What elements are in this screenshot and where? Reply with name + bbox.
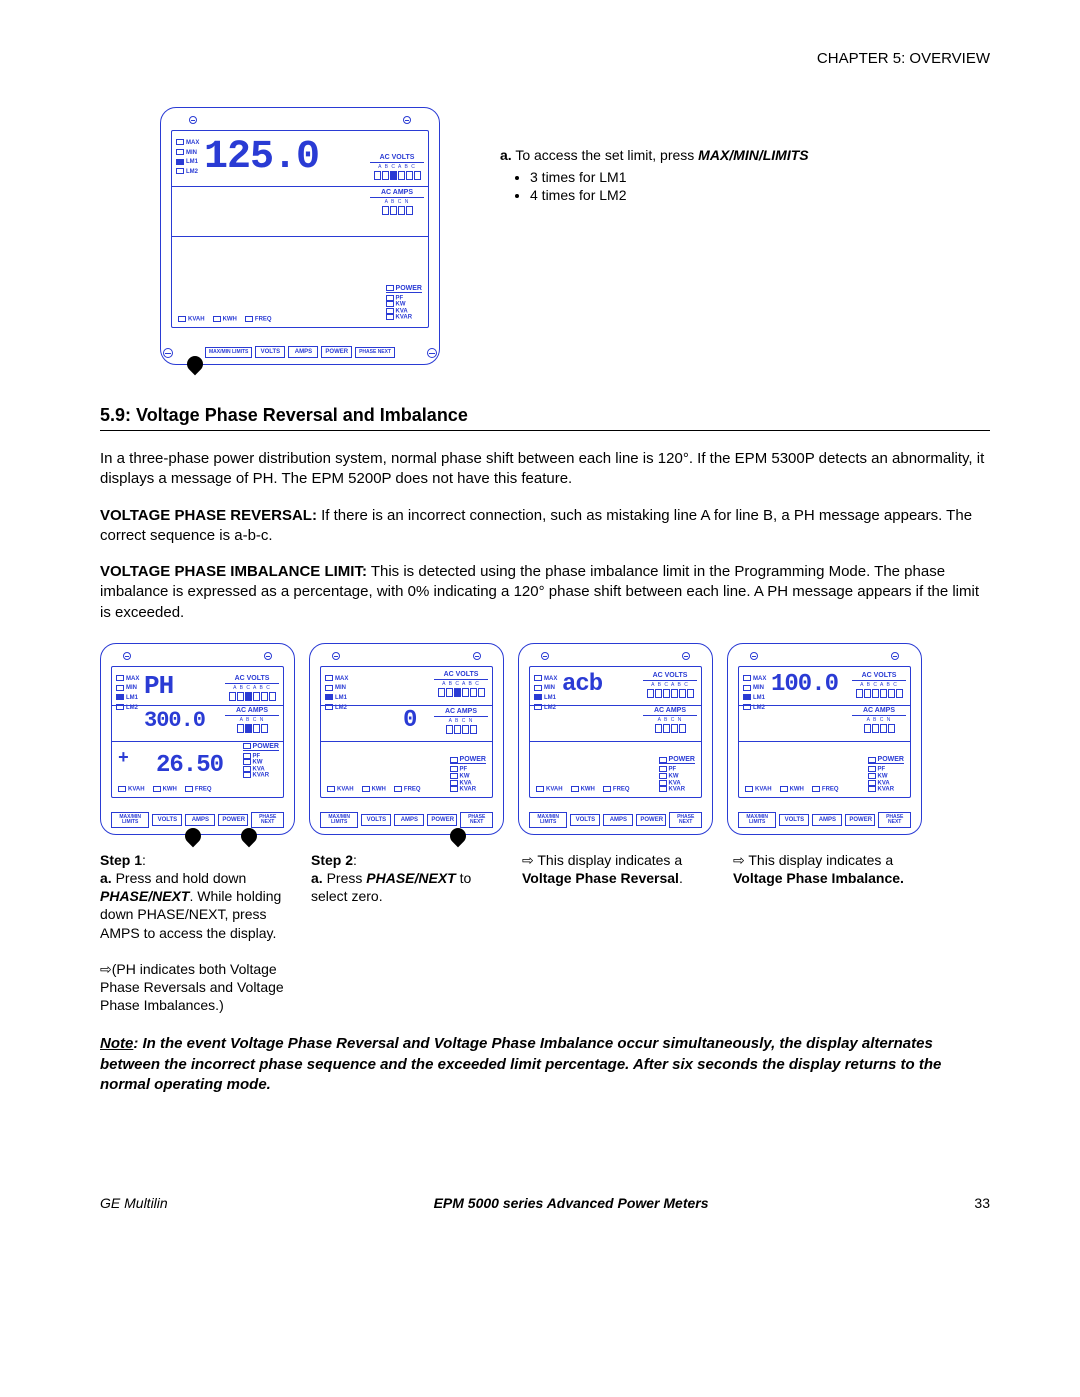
btn-amps[interactable]: AMPS: [288, 346, 318, 358]
finger-icon: [447, 824, 470, 847]
step1-text: Step 1: a. Press and hold down PHASE/NEX…: [100, 851, 297, 1015]
step2-text: Step 2: a. Press PHASE/NEXT to select ze…: [311, 851, 508, 1015]
step3-text: ⇨ This display indicates a Voltage Phase…: [522, 851, 719, 1015]
intro-para: In a three-phase power distribution syst…: [100, 449, 990, 490]
reversal-para: VOLTAGE PHASE REVERSAL: If there is an i…: [100, 506, 990, 547]
footer-page-number: 33: [974, 1195, 990, 1211]
btn-maxmin[interactable]: MAX/MIN LIMITS: [205, 347, 252, 358]
meter-step1: MAX MIN LM1 LM2 PH AC VOLTSA B C A B C 3…: [100, 643, 295, 835]
meter-step4: MAXMIN LM1LM2 100.0 AC VOLTSA B C A B C …: [727, 643, 922, 835]
meter-panels: MAX MIN LM1 LM2 PH AC VOLTSA B C A B C 3…: [100, 643, 990, 835]
meter-step2: MAXMIN LM1LM2 AC VOLTSA B C A B C 0 AC A…: [309, 643, 504, 835]
btn-power[interactable]: POWER: [321, 346, 352, 358]
section-title: 5.9: Voltage Phase Reversal and Imbalanc…: [100, 405, 990, 426]
top-instructions: a. To access the set limit, press MAX/MI…: [500, 107, 809, 205]
btn-volts[interactable]: VOLTS: [255, 346, 285, 358]
btn-phase[interactable]: PHASE NEXT: [355, 347, 395, 358]
finger-icon: [238, 824, 261, 847]
finger-icon: [182, 824, 205, 847]
chapter-header: CHAPTER 5: OVERVIEW: [100, 50, 990, 67]
step4-text: ⇨ This display indicates a Voltage Phase…: [733, 851, 930, 1015]
note-block: Note: In the event Voltage Phase Reversa…: [100, 1034, 990, 1095]
imbalance-para: VOLTAGE PHASE IMBALANCE LIMIT: This is d…: [100, 562, 990, 623]
meter-top: MAX MIN LM1 LM2 125.0 AC VOLTS A B C A B…: [160, 107, 440, 365]
top-reading: 125.0: [204, 135, 319, 180]
meter-step3: MAXMIN LM1LM2 acb AC VOLTSA B C A B C AC…: [518, 643, 713, 835]
footer-left: GE Multilin: [100, 1195, 168, 1211]
footer-center: EPM 5000 series Advanced Power Meters: [434, 1195, 709, 1211]
side-labels: MAX MIN LM1 LM2: [176, 139, 199, 177]
page-footer: GE Multilin EPM 5000 series Advanced Pow…: [100, 1195, 990, 1211]
